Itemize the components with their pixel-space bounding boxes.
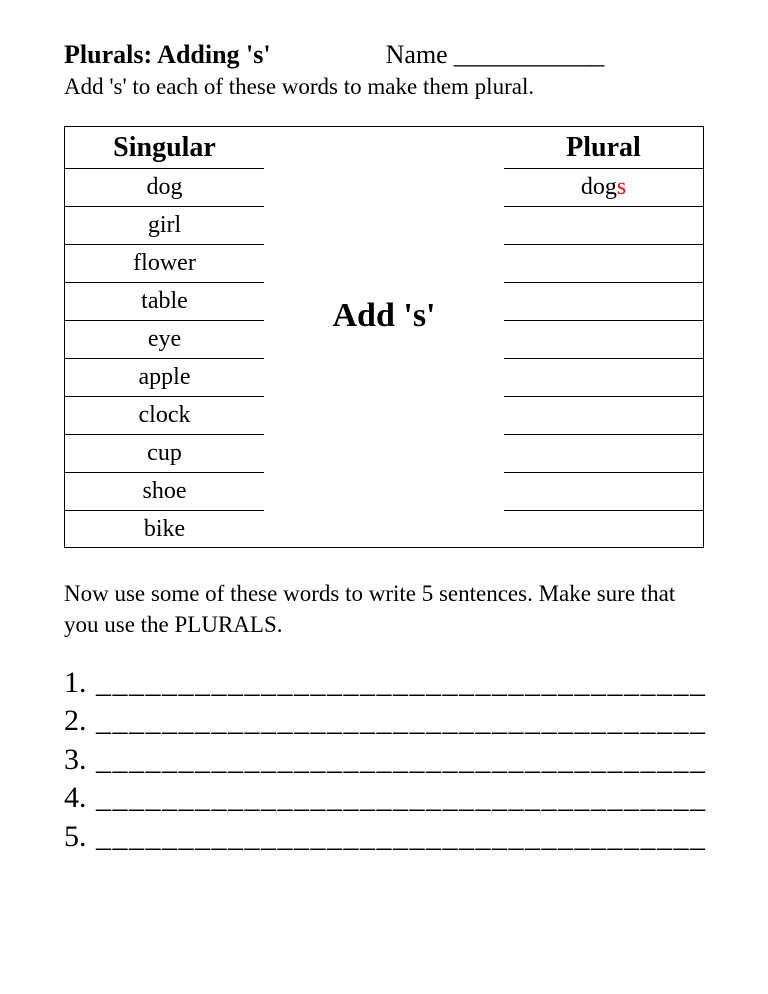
sentence-line: 2. _____________________________________ — [64, 702, 704, 740]
plural-blank — [504, 244, 704, 282]
name-label: Name — [386, 40, 448, 70]
plurals-table: Singular dog girl flower table eye apple… — [64, 126, 704, 548]
plural-word: dogs — [504, 168, 704, 206]
singular-word: dog — [64, 168, 264, 206]
sentence-line: 3. _____________________________________ — [64, 741, 704, 779]
instruction-text-2: Now use some of these words to write 5 s… — [64, 578, 704, 640]
singular-word: flower — [64, 244, 264, 282]
plural-blank — [504, 358, 704, 396]
sentence-lines: 1. _____________________________________… — [64, 664, 704, 856]
line-blank: _____________________________________ — [96, 818, 707, 856]
plural-blank — [504, 472, 704, 510]
plural-blank — [504, 510, 704, 548]
plural-base: dog — [581, 174, 617, 201]
plural-header: Plural — [504, 126, 704, 168]
line-number: 2. — [64, 702, 96, 740]
singular-word: table — [64, 282, 264, 320]
plural-suffix: s — [617, 174, 626, 201]
line-number: 3. — [64, 741, 96, 779]
sentence-line: 1. _____________________________________ — [64, 664, 704, 702]
name-blank: ____________ — [454, 40, 604, 70]
line-number: 4. — [64, 779, 96, 817]
add-s-label: Add 's' — [333, 297, 436, 335]
middle-column: Add 's' — [264, 126, 504, 548]
plural-blank — [504, 206, 704, 244]
plural-blank — [504, 282, 704, 320]
header-line: Plurals: Adding 's' Name ____________ — [64, 40, 704, 70]
worksheet-title: Plurals: Adding 's' — [64, 40, 271, 70]
singular-column: Singular dog girl flower table eye apple… — [64, 126, 264, 548]
singular-word: bike — [64, 510, 264, 548]
singular-word: shoe — [64, 472, 264, 510]
singular-word: clock — [64, 396, 264, 434]
sentence-line: 4. _____________________________________ — [64, 779, 704, 817]
singular-word: apple — [64, 358, 264, 396]
singular-word: eye — [64, 320, 264, 358]
plural-blank — [504, 320, 704, 358]
sentence-line: 5. _____________________________________ — [64, 818, 704, 856]
instruction-text: Add 's' to each of these words to make t… — [64, 74, 704, 100]
singular-word: girl — [64, 206, 264, 244]
line-blank: _____________________________________ — [96, 779, 707, 817]
plural-blank — [504, 434, 704, 472]
line-number: 5. — [64, 818, 96, 856]
plural-blank — [504, 396, 704, 434]
line-blank: _____________________________________ — [96, 741, 707, 779]
singular-header: Singular — [64, 126, 264, 168]
line-blank: _____________________________________ — [96, 664, 707, 702]
line-number: 1. — [64, 664, 96, 702]
plural-column: Plural dogs — [504, 126, 704, 548]
line-blank: _____________________________________ — [96, 702, 707, 740]
singular-word: cup — [64, 434, 264, 472]
